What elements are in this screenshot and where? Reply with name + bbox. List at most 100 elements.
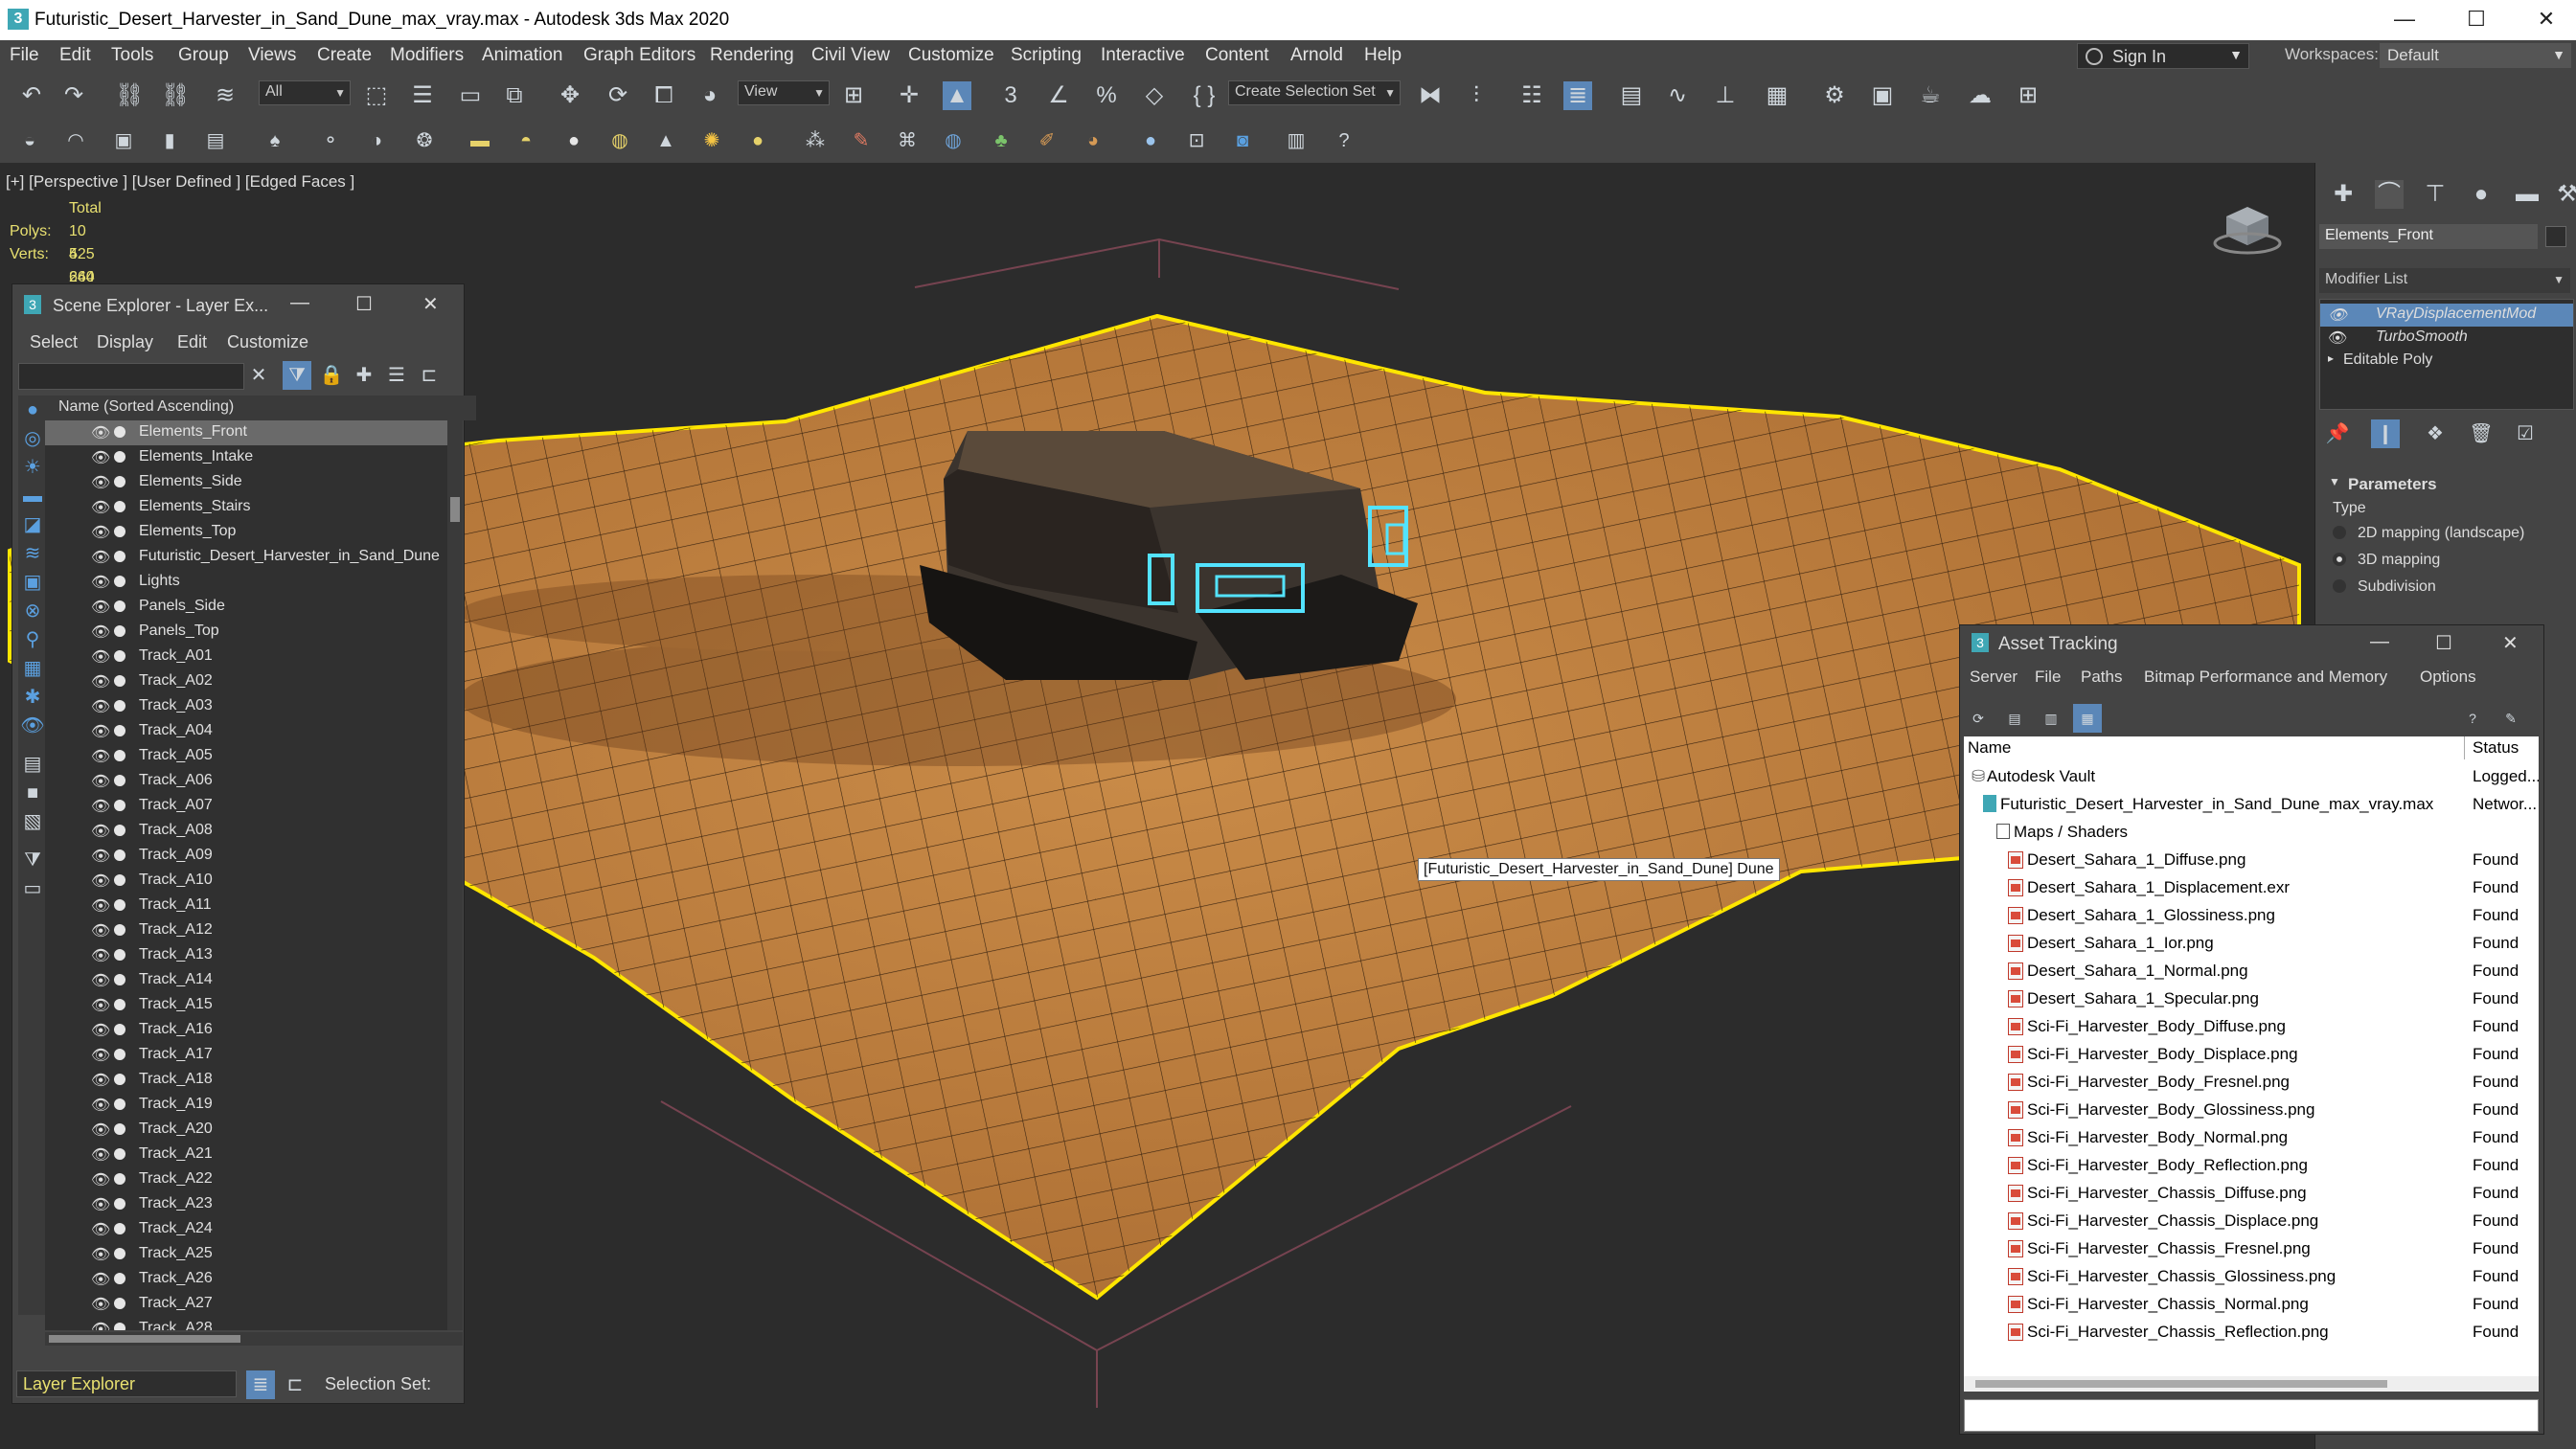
- visibility-eye-icon[interactable]: 👁: [91, 548, 110, 567]
- asset-row[interactable]: Desert_Sahara_1_Specular.png Found: [1964, 985, 2539, 1013]
- scene-layer-row[interactable]: 👁 Track_A21: [45, 1143, 451, 1167]
- viewport-label[interactable]: [+] [Perspective ] [User Defined ] [Edge…: [6, 172, 354, 192]
- selection-filter-dropdown[interactable]: All ▼: [259, 80, 351, 105]
- explorer-type-dropdown[interactable]: Layer Explorer: [16, 1370, 237, 1397]
- hierarchy-icon[interactable]: ⊏: [415, 361, 444, 390]
- list-view-icon[interactable]: ▤: [2000, 704, 2029, 733]
- scene-layer-row[interactable]: 👁 Track_A18: [45, 1068, 451, 1093]
- freeze-dot-icon[interactable]: [114, 675, 125, 687]
- spinner-snap-icon[interactable]: ◇: [1140, 81, 1169, 110]
- object-name-field[interactable]: Elements_Front: [2319, 224, 2538, 249]
- vray-sun-icon[interactable]: ✺: [697, 126, 726, 155]
- visibility-eye-icon[interactable]: 👁: [91, 473, 110, 492]
- utilities-tab-icon[interactable]: ⚒: [2553, 180, 2576, 209]
- vray-ambient-icon[interactable]: ●: [743, 126, 772, 155]
- scene-layer-row[interactable]: 👁 Panels_Side: [45, 595, 451, 620]
- freeze-dot-icon[interactable]: [114, 1123, 125, 1135]
- freeze-dot-icon[interactable]: [114, 924, 125, 936]
- scene-layer-row[interactable]: 👁 Futuristic_Desert_Harvester_in_Sand_Dun…: [45, 545, 451, 570]
- horizontal-scrollbar[interactable]: [45, 1332, 463, 1346]
- render-setup-icon[interactable]: ⚙: [1820, 81, 1849, 110]
- close-icon[interactable]: ✕: [2502, 631, 2519, 655]
- freeze-dot-icon[interactable]: [114, 501, 125, 512]
- visibility-eye-icon[interactable]: 👁: [91, 971, 110, 990]
- scene-layer-row[interactable]: 👁 Track_A15: [45, 993, 451, 1018]
- visibility-eye-icon[interactable]: 👁: [91, 921, 110, 940]
- select-manipulate-icon[interactable]: ✛: [895, 81, 923, 110]
- at-menu-file[interactable]: File: [2035, 668, 2061, 687]
- vray-toolbar-icon[interactable]: ◒: [15, 126, 44, 155]
- menu-rendering[interactable]: Rendering: [710, 45, 794, 66]
- filter-funnel-icon[interactable]: ⧩: [18, 846, 47, 874]
- menu-content[interactable]: Content: [1205, 45, 1269, 66]
- freeze-dot-icon[interactable]: [114, 526, 125, 537]
- at-menu-paths[interactable]: Paths: [2081, 668, 2122, 687]
- name-column-header[interactable]: Name: [1968, 738, 2011, 758]
- asset-row[interactable]: Sci-Fi_Harvester_Body_Reflection.png Foun…: [1964, 1152, 2539, 1180]
- scene-layer-row[interactable]: 👁 Track_A24: [45, 1217, 451, 1242]
- visibility-eye-icon[interactable]: 👁: [91, 423, 110, 442]
- freeze-dot-icon[interactable]: [114, 999, 125, 1010]
- stack-item-editable-poly[interactable]: ▸ Editable Poly: [2320, 350, 2573, 373]
- render-cloud-icon[interactable]: ⊞: [2014, 81, 2042, 110]
- asset-row[interactable]: Sci-Fi_Harvester_Chassis_Fresnel.png Foun…: [1964, 1235, 2539, 1263]
- minimize-icon[interactable]: —: [290, 292, 309, 314]
- snaps-toggle-icon[interactable]: 3: [996, 81, 1025, 110]
- vray-scatter-icon[interactable]: ⌘: [893, 126, 922, 155]
- visibility-eye-icon[interactable]: 👁: [91, 797, 110, 816]
- asset-status-field[interactable]: [1964, 1399, 2539, 1432]
- display-none-icon[interactable]: ■: [18, 779, 47, 807]
- select-object-icon[interactable]: ⬚: [362, 81, 391, 110]
- freeze-dot-icon[interactable]: [114, 1173, 125, 1185]
- menu-edit[interactable]: Edit: [59, 45, 91, 66]
- keyboard-shortcut-override-icon[interactable]: ▲: [943, 81, 971, 110]
- angle-snap-icon[interactable]: ∠: [1044, 81, 1073, 110]
- viewcube[interactable]: [2213, 201, 2282, 255]
- edit-named-selection-icon[interactable]: { }: [1190, 81, 1219, 110]
- sort-icon[interactable]: ⊏: [281, 1370, 309, 1399]
- named-selection-dropdown[interactable]: Create Selection Set ▼: [1228, 80, 1401, 105]
- scene-search-input[interactable]: [18, 363, 244, 390]
- show-end-result-icon[interactable]: ❙: [2371, 419, 2400, 448]
- rectangular-selection-icon[interactable]: ▭: [456, 81, 485, 110]
- menu-graph-editors[interactable]: Graph Editors: [583, 45, 695, 66]
- display-groups-icon[interactable]: ▣: [18, 568, 47, 597]
- select-by-name-icon[interactable]: ☰: [408, 81, 437, 110]
- freeze-dot-icon[interactable]: [114, 1323, 125, 1330]
- at-menu-server[interactable]: Server: [1970, 668, 2017, 687]
- vray-ies-icon[interactable]: ▲: [651, 126, 680, 155]
- freeze-dot-icon[interactable]: [114, 426, 125, 438]
- asset-row[interactable]: Sci-Fi_Harvester_Chassis_Reflection.png F…: [1964, 1319, 2539, 1347]
- radio-subdivision[interactable]: Subdivision: [2333, 578, 2436, 596]
- scene-layer-row[interactable]: 👁 Track_A03: [45, 694, 451, 719]
- visibility-eye-icon[interactable]: 👁: [91, 1245, 110, 1264]
- menu-help[interactable]: Help: [1364, 45, 1402, 66]
- freeze-dot-icon[interactable]: [114, 476, 125, 487]
- radio-2d-mapping[interactable]: 2D mapping (landscape): [2333, 525, 2524, 542]
- menu-views[interactable]: Views: [248, 45, 296, 66]
- visibility-eye-icon[interactable]: 👁: [91, 1320, 110, 1330]
- visibility-eye-icon[interactable]: 👁: [91, 623, 110, 642]
- scene-layer-row[interactable]: 👁 Elements_Stairs: [45, 495, 451, 520]
- scene-layer-row[interactable]: 👁 Track_A16: [45, 1018, 451, 1043]
- toggle-layer-explorer-icon[interactable]: ≣: [1563, 81, 1592, 110]
- h-scrollbar-thumb[interactable]: [49, 1335, 240, 1343]
- visibility-eye-icon[interactable]: 👁: [91, 697, 110, 716]
- pivot-center-icon[interactable]: ⊞: [839, 81, 868, 110]
- asset-row[interactable]: Sci-Fi_Harvester_Body_Fresnel.png Found: [1964, 1069, 2539, 1097]
- display-hidden-icon[interactable]: 👁: [18, 712, 47, 740]
- freeze-dot-icon[interactable]: [114, 899, 125, 911]
- object-color-swatch[interactable]: [2545, 226, 2566, 247]
- freeze-dot-icon[interactable]: [114, 600, 125, 612]
- freeze-dot-icon[interactable]: [114, 849, 125, 861]
- visibility-eye-icon[interactable]: 👁: [91, 772, 110, 791]
- stack-item-vraydisplacement[interactable]: 👁 VRayDisplacementMod: [2320, 304, 2573, 327]
- status-column-header[interactable]: Status: [2473, 738, 2519, 758]
- visibility-eye-icon[interactable]: 👁: [91, 523, 110, 542]
- visibility-eye-icon[interactable]: 👁: [91, 822, 110, 841]
- name-column-header[interactable]: Name (Sorted Ascending): [45, 396, 476, 420]
- freeze-dot-icon[interactable]: [114, 874, 125, 886]
- scene-layer-row[interactable]: 👁 Lights: [45, 570, 451, 595]
- vray-light-icon[interactable]: ◠: [61, 126, 90, 155]
- table-view-icon[interactable]: ▥: [2037, 704, 2065, 733]
